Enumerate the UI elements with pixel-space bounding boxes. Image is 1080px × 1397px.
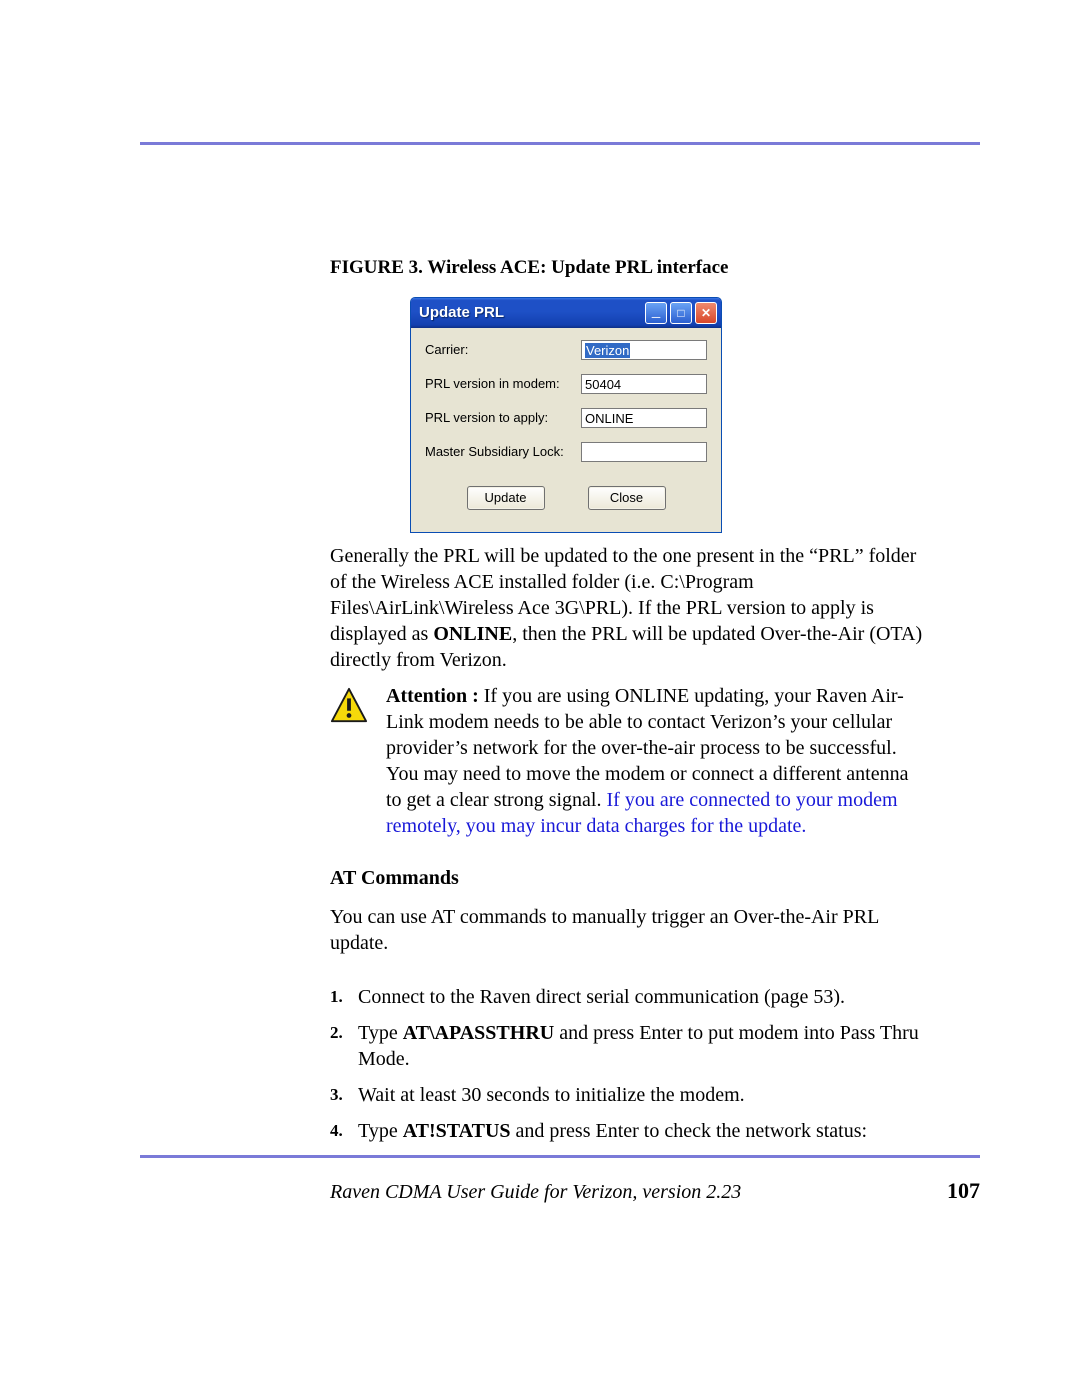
attention-block: Attention : If you are using ONLINE upda… [330,683,925,839]
paragraph-prl-folder: Generally the PRL will be updated to the… [330,543,925,673]
field-prl-modem[interactable]: 50404 [581,374,707,394]
button-row: Update Close [425,476,707,524]
field-prl-apply[interactable]: ONLINE [581,408,707,428]
row-carrier: Carrier: Verizon [425,340,707,360]
field-carrier[interactable]: Verizon [581,340,707,360]
page-content: FIGURE 3. Wireless ACE: Update PRL inter… [330,255,925,1154]
footer-page-number: 107 [947,1178,980,1204]
row-msl: Master Subsidiary Lock: [425,442,707,462]
step-2-a: Type [358,1022,403,1044]
label-prl-apply: PRL version to apply: [425,409,581,427]
paragraph-at: You can use AT commands to manually trig… [330,904,925,956]
step-1-text: Connect to the Raven direct serial commu… [358,984,925,1010]
bottom-rule [140,1155,980,1158]
step-3-text: Wait at least 30 seconds to initialize t… [358,1082,925,1108]
steps-list: 1. Connect to the Raven direct serial co… [330,984,925,1144]
titlebar[interactable]: Update PRL ─ □ ✕ [411,298,721,328]
step-3-num: 3. [330,1082,358,1108]
window-title: Update PRL [419,303,504,323]
figure-label: FIGURE 3. [330,257,423,278]
step-4-a: Type [358,1120,403,1142]
step-1-num: 1. [330,984,358,1010]
step-4-b: and press Enter to check the network sta… [511,1120,868,1142]
row-prl-modem: PRL version in modem: 50404 [425,374,707,394]
window-client: Carrier: Verizon PRL version in modem: 5… [411,328,721,532]
label-prl-modem: PRL version in modem: [425,375,581,393]
update-prl-window: Update PRL ─ □ ✕ Carrier: Verizon PRL ve… [410,297,722,533]
close-dialog-button[interactable]: Close [588,486,666,510]
footer-doc-title: Raven CDMA User Guide for Verizon, versi… [330,1181,741,1204]
update-button[interactable]: Update [467,486,545,510]
figure-caption: FIGURE 3. Wireless ACE: Update PRL inter… [330,255,925,281]
field-msl[interactable] [581,442,707,462]
minimize-button[interactable]: ─ [645,302,667,324]
para1-online: ONLINE [433,623,512,645]
close-button[interactable]: ✕ [695,302,717,324]
step-1: 1. Connect to the Raven direct serial co… [330,984,925,1010]
field-carrier-value: Verizon [585,343,630,358]
label-msl: Master Subsidiary Lock: [425,443,581,461]
figure-title: Wireless ACE: Update PRL interface [427,257,728,278]
attention-text: Attention : If you are using ONLINE upda… [386,683,925,839]
step-2: 2. Type AT\APASSTHRU and press Enter to … [330,1020,925,1072]
step-4: 4. Type AT!STATUS and press Enter to che… [330,1118,925,1144]
subhead-at-commands: AT Commands [330,865,925,892]
step-3: 3. Wait at least 30 seconds to initializ… [330,1082,925,1108]
maximize-button[interactable]: □ [670,302,692,324]
step-4-cmd: AT!STATUS [403,1120,511,1142]
step-2-num: 2. [330,1020,358,1072]
top-rule [140,142,980,145]
row-prl-apply: PRL version to apply: ONLINE [425,408,707,428]
step-4-text: Type AT!STATUS and press Enter to check … [358,1118,925,1144]
page-footer: Raven CDMA User Guide for Verizon, versi… [140,1178,980,1204]
step-2-cmd: AT\APASSTHRU [403,1022,555,1044]
step-4-num: 4. [330,1118,358,1144]
attention-icon [330,687,368,733]
label-carrier: Carrier: [425,341,581,359]
step-2-text: Type AT\APASSTHRU and press Enter to put… [358,1020,925,1072]
figure-window-wrap: Update PRL ─ □ ✕ Carrier: Verizon PRL ve… [410,297,925,533]
attention-label: Attention : [386,685,479,707]
window-controls: ─ □ ✕ [645,302,717,324]
